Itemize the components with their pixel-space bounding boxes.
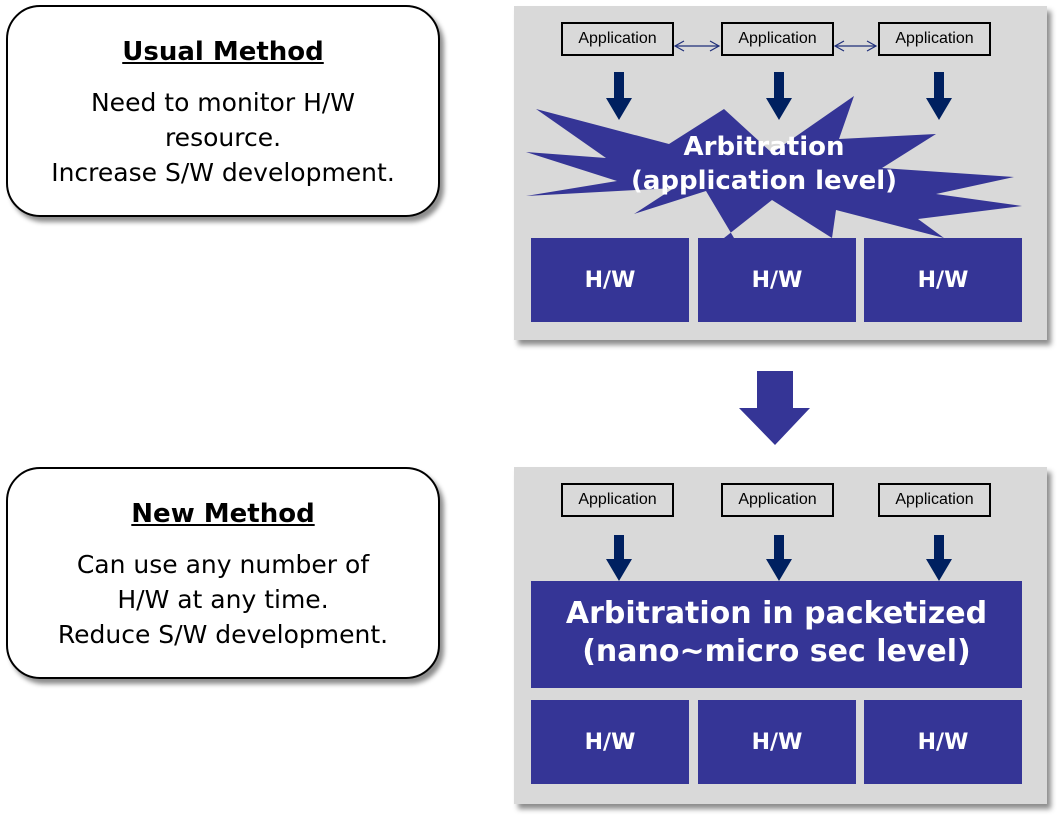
usual-hw-2: H/W bbox=[698, 238, 856, 322]
down-arrow-icon bbox=[606, 535, 632, 581]
down-arrow-icon bbox=[766, 535, 792, 581]
down-arrow-icon bbox=[766, 72, 792, 120]
usual-method-description: Need to monitor H/W resource. Increase S… bbox=[51, 88, 395, 187]
arbitration-line-1: Arbitration in packetized bbox=[565, 596, 988, 631]
transition-down-arrow-icon bbox=[739, 371, 810, 445]
usual-arbitration-label: Arbitration (application level) bbox=[614, 130, 914, 198]
new-arbitration-label: Arbitration in packetized (nano~micro se… bbox=[531, 595, 1022, 671]
usual-diagram-panel: Application Application Application Arbi… bbox=[514, 6, 1047, 340]
down-arrow-icon bbox=[926, 535, 952, 581]
arbitration-line-2: (application level) bbox=[630, 166, 898, 196]
usual-hw-3: H/W bbox=[864, 238, 1022, 322]
down-arrow-icon bbox=[926, 72, 952, 120]
new-diagram-panel: Application Application Application Arbi… bbox=[514, 467, 1047, 804]
arbitration-line-2: (nano~micro sec level) bbox=[582, 634, 971, 669]
new-hw-2: H/W bbox=[698, 700, 856, 784]
new-method-title: New Method bbox=[131, 499, 315, 529]
usual-method-box: Usual Method Need to monitor H/W resourc… bbox=[6, 5, 440, 217]
arbitration-line-1: Arbitration bbox=[683, 132, 845, 162]
new-app-down-arrows bbox=[606, 535, 952, 581]
usual-method-title: Usual Method bbox=[122, 37, 324, 67]
new-method-box: New Method Can use any number of H/W at … bbox=[6, 467, 440, 679]
app-down-arrows bbox=[606, 72, 952, 120]
new-arbitration-box: Arbitration in packetized (nano~micro se… bbox=[531, 581, 1022, 688]
down-arrow-icon bbox=[606, 72, 632, 120]
usual-hw-1: H/W bbox=[531, 238, 689, 322]
new-hw-3: H/W bbox=[864, 700, 1022, 784]
new-method-description: Can use any number of H/W at any time. R… bbox=[57, 550, 389, 649]
new-hw-1: H/W bbox=[531, 700, 689, 784]
